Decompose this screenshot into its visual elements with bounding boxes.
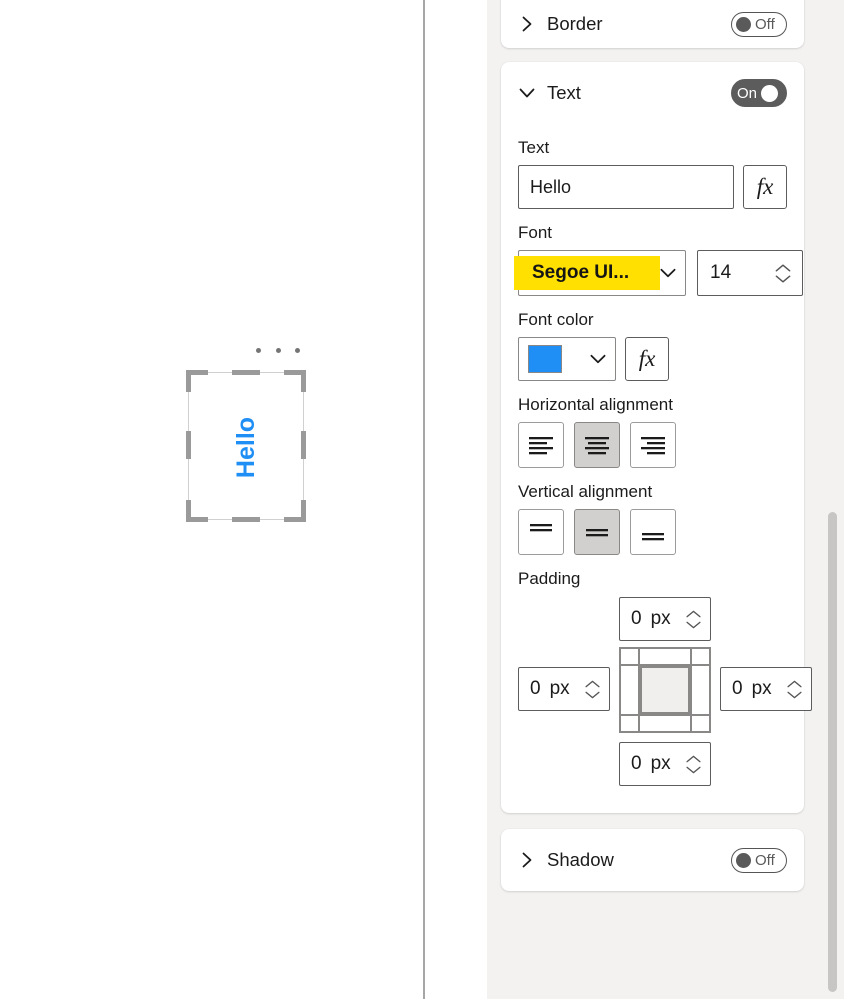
font-color-row: fx xyxy=(518,337,787,381)
label-font: Font xyxy=(518,223,553,242)
section-shadow[interactable]: Shadow Off xyxy=(501,829,804,891)
chevron-down-icon[interactable] xyxy=(517,83,537,103)
label-text: Text xyxy=(518,138,550,157)
chevron-up-icon xyxy=(775,264,791,271)
toggle-state-shadow: Off xyxy=(755,851,775,869)
chevron-right-icon[interactable] xyxy=(517,14,537,34)
padding-right-value: 0 xyxy=(732,678,743,699)
chevron-up-icon xyxy=(787,680,802,687)
stepper-arrows[interactable] xyxy=(774,263,792,284)
padding-diagram xyxy=(619,647,711,733)
section-title-shadow: Shadow xyxy=(547,849,614,870)
panel-scrollbar-thumb[interactable] xyxy=(828,512,837,992)
resize-handle-bottom[interactable] xyxy=(232,517,260,522)
properties-scroll-region[interactable]: Border Off Text On Text Hello fx Font Se… xyxy=(487,0,818,999)
align-right-button[interactable] xyxy=(630,422,676,468)
padding-diagram-content xyxy=(640,666,690,714)
padding-bottom-value: 0 xyxy=(631,753,642,774)
canvas-outer-margin xyxy=(425,0,487,999)
chevron-down-icon xyxy=(686,621,701,628)
properties-panel: Border Off Text On Text Hello fx Font Se… xyxy=(487,0,844,999)
font-family-value: Segoe UI... xyxy=(532,262,630,283)
chevron-down-icon xyxy=(686,766,701,773)
label-padding: Padding xyxy=(518,569,581,588)
align-top-button[interactable] xyxy=(518,509,564,555)
ellipsis-icon[interactable] xyxy=(256,344,300,356)
toggle-shadow[interactable]: Off xyxy=(731,847,787,873)
label-font-color: Font color xyxy=(518,310,594,329)
horizontal-alignment-group xyxy=(518,422,787,468)
font-color-fx-button[interactable]: fx xyxy=(625,337,669,381)
chevron-right-icon[interactable] xyxy=(517,850,537,870)
resize-handle-bottom-left[interactable] xyxy=(186,500,208,522)
toggle-knob xyxy=(736,16,751,32)
font-size-value: 14 xyxy=(710,262,732,283)
padding-control: 0 px 0 px 0 px 0 px xyxy=(518,597,812,793)
resize-handle-right[interactable] xyxy=(301,431,306,459)
font-family-dropdown[interactable]: Segoe UI... xyxy=(514,250,686,296)
font-size-stepper[interactable]: 14 xyxy=(697,250,803,296)
design-canvas[interactable]: Hello xyxy=(0,0,423,999)
toggle-text[interactable]: On xyxy=(731,79,787,107)
padding-bottom-stepper[interactable]: 0 px xyxy=(619,742,711,786)
widget-text: Hello xyxy=(189,373,305,521)
resize-handle-bottom-right[interactable] xyxy=(284,500,306,522)
widget-text-label: Hello xyxy=(232,416,261,478)
chevron-down-icon xyxy=(775,275,791,282)
panel-scrollbar-track[interactable] xyxy=(828,0,841,999)
section-title-border: Border xyxy=(547,13,603,34)
padding-top-value: 0 xyxy=(631,608,642,629)
padding-unit: px xyxy=(549,678,570,699)
padding-left-stepper[interactable]: 0 px xyxy=(518,667,610,711)
chevron-up-icon xyxy=(686,610,701,617)
color-swatch xyxy=(528,345,562,373)
text-field-row: Hello fx xyxy=(518,165,787,209)
font-color-picker[interactable] xyxy=(518,337,616,381)
font-row: Segoe UI... 14 xyxy=(514,250,803,296)
chevron-down-icon xyxy=(585,691,600,698)
label-vertical-alignment: Vertical alignment xyxy=(518,482,653,501)
vertical-alignment-group xyxy=(518,509,787,555)
toggle-state-border: Off xyxy=(755,15,775,33)
padding-unit: px xyxy=(751,678,772,699)
text-input[interactable]: Hello xyxy=(518,165,734,209)
chevron-down-icon xyxy=(787,691,802,698)
chevron-down-icon[interactable] xyxy=(657,262,679,284)
widget-bounds: Hello xyxy=(188,372,304,520)
resize-handle-top-left[interactable] xyxy=(186,370,208,392)
padding-left-value: 0 xyxy=(530,678,541,699)
section-border[interactable]: Border Off xyxy=(501,0,804,48)
chevron-up-icon xyxy=(585,680,600,687)
align-bottom-button[interactable] xyxy=(630,509,676,555)
chevron-down-icon[interactable] xyxy=(587,348,609,370)
stepper-arrows[interactable] xyxy=(786,679,803,700)
resize-handle-left[interactable] xyxy=(186,431,191,459)
toggle-knob xyxy=(761,84,779,102)
text-fx-button[interactable]: fx xyxy=(743,165,787,209)
align-center-button[interactable] xyxy=(574,422,620,468)
toggle-state-text: On xyxy=(737,84,758,102)
section-text[interactable]: Text On Text Hello fx Font Segoe UI... 1… xyxy=(501,62,812,813)
stepper-arrows[interactable] xyxy=(685,609,702,630)
padding-top-stepper[interactable]: 0 px xyxy=(619,597,711,641)
selected-widget[interactable]: Hello xyxy=(186,336,306,526)
stepper-arrows[interactable] xyxy=(685,754,702,775)
padding-unit: px xyxy=(650,753,671,774)
section-title-text: Text xyxy=(547,82,581,103)
padding-unit: px xyxy=(650,608,671,629)
stepper-arrows[interactable] xyxy=(584,679,601,700)
align-left-button[interactable] xyxy=(518,422,564,468)
padding-right-stepper[interactable]: 0 px xyxy=(720,667,812,711)
align-middle-button[interactable] xyxy=(574,509,620,555)
resize-handle-top[interactable] xyxy=(232,370,260,375)
resize-handle-top-right[interactable] xyxy=(284,370,306,392)
toggle-border[interactable]: Off xyxy=(731,11,787,37)
label-horizontal-alignment: Horizontal alignment xyxy=(518,395,673,414)
chevron-up-icon xyxy=(686,755,701,762)
toggle-knob xyxy=(736,852,751,868)
